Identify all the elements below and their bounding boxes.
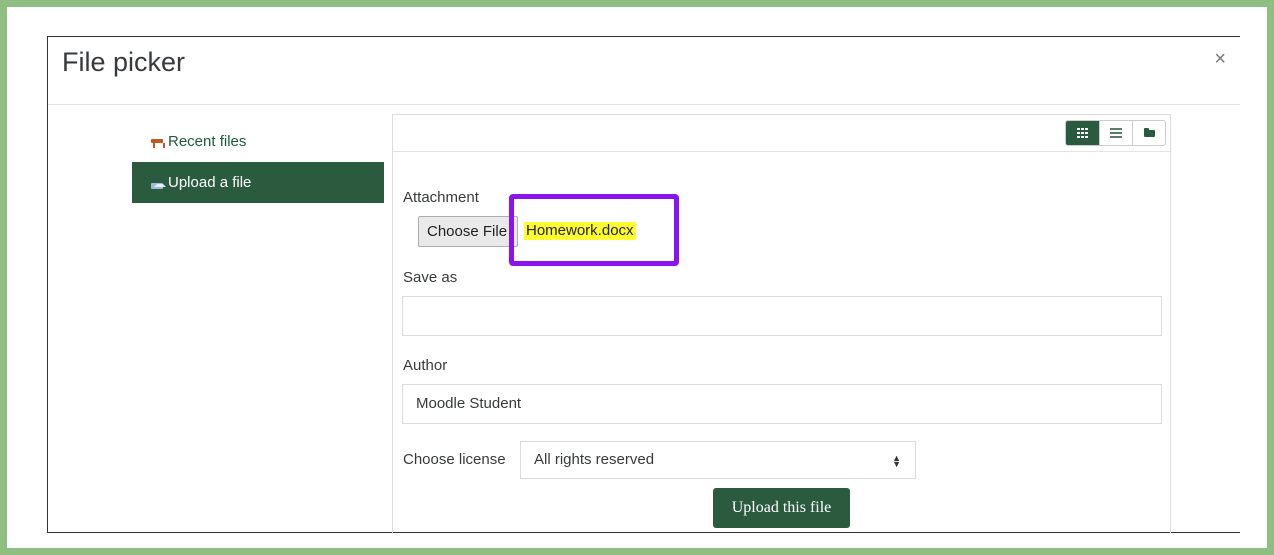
folder-view-icon	[1144, 128, 1155, 137]
upload-this-file-button[interactable]: Upload this file	[713, 488, 850, 528]
select-caret-icon: ▲ ▼	[892, 452, 901, 469]
sidebar-item-upload-a-file[interactable]: Upload a file	[132, 162, 384, 203]
folder-view-button[interactable]	[1132, 121, 1165, 145]
grid-view-icon	[1077, 128, 1088, 138]
list-view-icon	[1110, 128, 1122, 138]
outer-frame: File picker × Recent files Upload a file	[0, 0, 1274, 555]
choose-file-button[interactable]: Choose File	[418, 216, 518, 247]
license-select-value: All rights reserved	[534, 451, 655, 468]
upload-icon	[150, 177, 164, 189]
author-label: Author	[403, 357, 448, 374]
sidebar-item-recent-files[interactable]: Recent files	[132, 121, 384, 162]
repository-sidebar: Recent files Upload a file	[132, 121, 384, 203]
recent-files-icon	[150, 136, 165, 148]
panel-toolbar	[393, 115, 1170, 152]
attachment-label: Attachment	[403, 189, 479, 206]
list-view-button[interactable]	[1099, 121, 1132, 145]
upload-panel: Attachment Choose File Homework.docx Sav…	[392, 114, 1171, 534]
view-switcher	[1065, 120, 1166, 146]
sidebar-item-label: Recent files	[168, 133, 247, 150]
license-label: Choose license	[403, 451, 506, 468]
file-picker-dialog: File picker × Recent files Upload a file	[47, 36, 1240, 534]
close-icon[interactable]: ×	[1214, 49, 1226, 69]
grid-view-button[interactable]	[1066, 121, 1099, 145]
sidebar-item-label: Upload a file	[168, 174, 252, 191]
dialog-header: File picker ×	[48, 37, 1240, 105]
author-input[interactable]: Moodle Student	[402, 384, 1162, 424]
save-as-label: Save as	[403, 269, 458, 286]
annotation-highlight-box	[509, 194, 679, 266]
license-select[interactable]: All rights reserved ▲ ▼	[520, 441, 916, 479]
dialog-title: File picker	[62, 47, 186, 77]
save-as-input[interactable]	[402, 296, 1162, 336]
